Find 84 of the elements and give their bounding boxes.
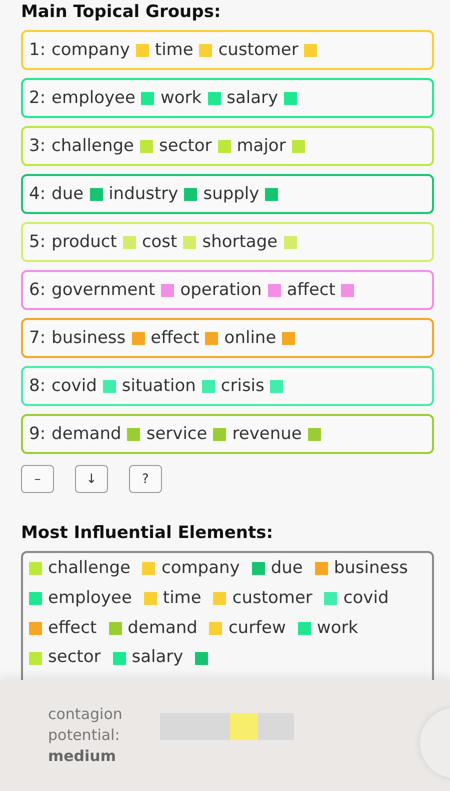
group-number: 9:: [29, 424, 46, 444]
color-square: [208, 92, 221, 104]
color-square: [218, 140, 231, 152]
group-number: 7:: [29, 328, 46, 348]
color-square: [304, 44, 318, 56]
topic-word: industry: [108, 184, 178, 204]
topic-word: effect: [150, 328, 200, 348]
topic-word: customer: [218, 40, 298, 60]
element-word: effect: [48, 616, 97, 640]
color-square: [161, 284, 174, 296]
element-word: employee: [48, 586, 132, 610]
topic-word: government: [52, 280, 156, 300]
color-square: [122, 236, 136, 248]
color-square: [213, 428, 226, 440]
group-number: 1:: [29, 40, 46, 60]
group-number: 5:: [29, 232, 46, 252]
topic-word: sector: [159, 136, 212, 156]
color-square: [136, 44, 149, 56]
contagion-value: medium: [48, 746, 117, 767]
topic-word: product: [52, 232, 117, 252]
element-word: covid: [343, 586, 389, 610]
group-number: 8:: [29, 376, 46, 396]
tool-button[interactable]: ↓: [75, 465, 108, 493]
element-word: demand: [128, 616, 198, 640]
topic-word: time: [154, 40, 194, 60]
topic-word: revenue: [232, 424, 302, 444]
topic-word: covid: [52, 376, 97, 396]
color-square: [199, 44, 212, 56]
group-number: 2:: [29, 88, 46, 108]
color-square: [341, 284, 354, 296]
topic-word: demand: [52, 424, 122, 444]
color-square: [141, 92, 154, 104]
topic-word: crisis: [220, 376, 264, 396]
element-word: salary: [132, 646, 184, 670]
color-square: [265, 188, 278, 200]
color-square: [140, 140, 154, 152]
element-word: work: [316, 616, 358, 640]
element-word: challenge: [48, 557, 130, 580]
topic-word: work: [160, 88, 202, 108]
group-number: 3:: [29, 136, 46, 156]
topic-word: shortage: [202, 232, 278, 252]
color-square: [270, 380, 284, 392]
topic-word: service: [146, 424, 208, 444]
tool-button[interactable]: ?: [129, 465, 162, 493]
topic-word: operation: [180, 280, 262, 300]
color-square: [284, 236, 297, 248]
color-square: [127, 428, 140, 440]
section-title: Most Influential Elements:: [21, 523, 274, 543]
element-word: business: [334, 557, 408, 580]
topic-word: supply: [203, 184, 260, 204]
topic-word: online: [224, 328, 276, 348]
contagion-label: contagion potential:: [48, 704, 124, 746]
topic-word: challenge: [52, 136, 134, 156]
topic-word: business: [52, 328, 126, 348]
color-square: [202, 380, 215, 392]
element-word: curfew: [228, 616, 286, 640]
color-square: [284, 92, 298, 104]
color-square: [102, 380, 116, 392]
element-word: company: [161, 557, 240, 580]
color-square: [292, 140, 305, 152]
color-square: [184, 188, 198, 200]
section-title: Main Topical Groups:: [21, 2, 222, 22]
color-square: [268, 284, 281, 296]
color-square: [205, 332, 218, 344]
group-number: 6:: [29, 280, 46, 300]
topic-word: due: [52, 184, 84, 204]
tool-button[interactable]: –: [21, 465, 54, 493]
element-word: sector: [48, 646, 101, 670]
color-square: [132, 332, 145, 344]
color-square: [282, 332, 296, 344]
topic-word: salary: [226, 88, 278, 108]
color-square: [183, 236, 196, 248]
topic-word: cost: [142, 232, 178, 252]
element-word: customer: [232, 586, 312, 610]
topic-word: major: [236, 136, 286, 156]
topic-word: employee: [52, 88, 136, 108]
group-number: 4:: [29, 184, 46, 204]
topic-word: company: [52, 40, 130, 60]
element-word: time: [162, 586, 202, 610]
topic-word: affect: [286, 280, 336, 300]
color-square: [90, 188, 103, 200]
topic-word: situation: [122, 376, 196, 396]
element-word: due: [270, 557, 303, 580]
color-square: [308, 428, 321, 440]
